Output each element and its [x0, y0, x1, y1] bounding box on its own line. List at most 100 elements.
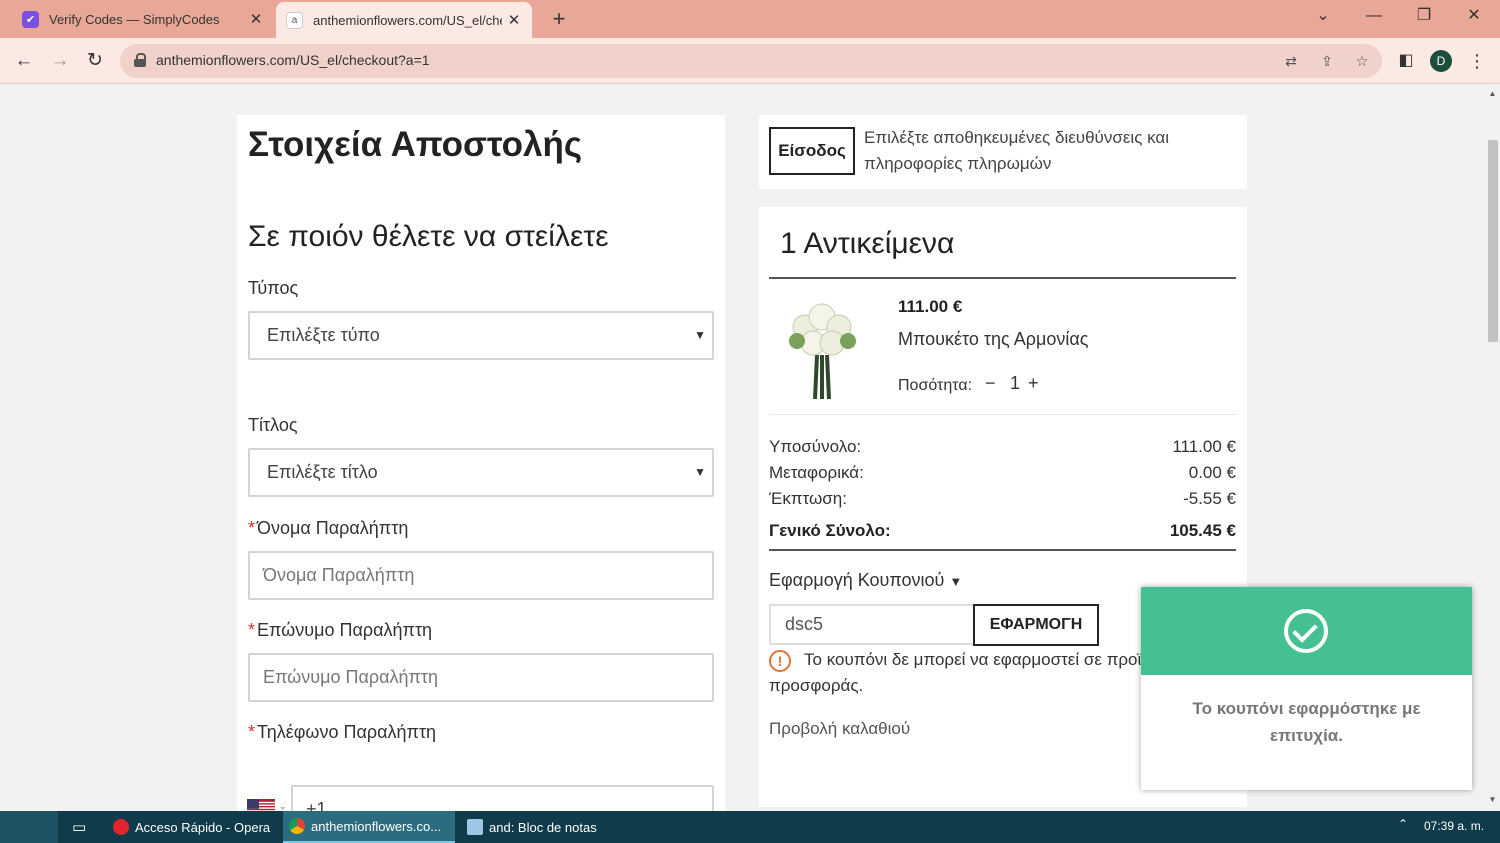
apply-coupon-button[interactable]: ΕΦΑΡΜΟΓΗ: [973, 604, 1099, 646]
tab-strip: ✔ Verify Codes — SimplyCodes ✕ a anthemi…: [0, 0, 1500, 38]
site-favicon: a: [286, 11, 303, 29]
tab-checkout[interactable]: a anthemionflowers.com/US_el/che ✕: [276, 2, 532, 38]
close-window-button[interactable]: ✕: [1451, 0, 1497, 34]
scroll-up-icon[interactable]: ▲: [1488, 89, 1497, 98]
required-asterisk: *: [248, 620, 256, 640]
phone-label-text: Τηλέφωνο Παραλήπτη: [257, 722, 437, 742]
phone-field[interactable]: +1: [291, 785, 714, 811]
success-toast[interactable]: Το κουπόνι εφαρμόστηκε με επιτυχία.: [1141, 587, 1472, 790]
menu-kebab-icon[interactable]: ⋮: [1464, 48, 1490, 74]
phone-label: * Τηλέφωνο Παραλήπτη: [248, 722, 436, 743]
section-title: Σε ποιόν θέλετε να στείλετε: [248, 220, 609, 253]
scrollbar-thumb[interactable]: [1488, 140, 1498, 342]
row-label: Έκπτωση:: [769, 489, 847, 508]
back-arrow-icon[interactable]: ←: [11, 48, 37, 74]
title-label: Τίτλος: [248, 415, 298, 435]
page-scrollbar[interactable]: ▲ ▼: [1485, 85, 1500, 811]
chevron-down-icon: ▼: [694, 328, 706, 342]
coupon-input[interactable]: dsc5: [769, 604, 975, 645]
row-label: Γενικό Σύνολο:: [769, 521, 891, 540]
last-name-label: * Επώνυμο Παραλήπτη: [248, 620, 432, 641]
toast-message: Το κουπόνι εφαρμόστηκε με επιτυχία.: [1192, 699, 1421, 745]
type-select[interactable]: Επιλέξτε τύπο ▼: [248, 311, 714, 360]
last-name-label-text: Επώνυμο Παραλήπτη: [257, 620, 433, 640]
url-text[interactable]: anthemionflowers.com/US_el/checkout?a=1: [156, 52, 430, 68]
taskbar-item-notepad[interactable]: and: Bloc de notas: [461, 811, 627, 843]
type-label: Τύπος: [248, 278, 299, 298]
quantity-increase-button[interactable]: +: [1028, 373, 1039, 394]
tab-search-chevron-icon[interactable]: ⌄: [1300, 0, 1346, 34]
scroll-down-icon[interactable]: ▼: [1488, 795, 1497, 804]
restore-button[interactable]: ❐: [1401, 0, 1447, 34]
coupon-toggle[interactable]: Εφαρμογή Κουπονιού ▼: [769, 570, 962, 591]
title-select[interactable]: Επιλέξτε τίτλο ▼: [248, 448, 714, 497]
address-bar[interactable]: anthemionflowers.com/US_el/checkout?a=1 …: [120, 44, 1382, 78]
row-value: 105.45 €: [1169, 521, 1236, 540]
discount-row: Έκπτωση: -5.55 €: [769, 489, 1236, 509]
profile-avatar[interactable]: D: [1430, 50, 1452, 72]
caret-down-icon: ▼: [949, 574, 963, 589]
chrome-icon: [289, 818, 305, 834]
item-price: 111.00 €: [898, 297, 963, 316]
quantity-value: 1: [1010, 373, 1021, 393]
login-button[interactable]: Είσοδος: [769, 127, 855, 175]
reload-icon[interactable]: ↻: [82, 48, 108, 74]
taskbar-clock[interactable]: 07:39 a. m.: [1424, 819, 1484, 833]
grand-total-row: Γενικό Σύνολο: 105.45 €: [769, 521, 1236, 541]
taskbar-item-label: Acceso Rápido - Opera: [135, 819, 271, 835]
product-bouquet-image[interactable]: [785, 297, 859, 401]
first-name-label: * Όνομα Παραλήπτη: [248, 518, 408, 539]
required-asterisk: *: [248, 518, 256, 538]
shipping-form: Στοιχεία Αποστολής Σε ποιόν θέλετε να στ…: [237, 115, 725, 811]
us-flag-icon[interactable]: [247, 799, 275, 811]
taskbar-item-label: and: Bloc de notas: [489, 819, 597, 835]
warning-icon: !: [769, 650, 791, 672]
check-circle-icon: [1284, 609, 1328, 653]
lock-icon[interactable]: [134, 53, 146, 67]
coupon-title-text: Εφαρμογή Κουπονιού: [769, 570, 945, 590]
start-button[interactable]: [0, 811, 58, 843]
tab-title: Verify Codes — SimplyCodes: [49, 11, 220, 27]
taskbar-item-label: anthemionflowers.co...: [311, 818, 442, 834]
close-icon[interactable]: ✕: [502, 11, 526, 29]
opera-icon: [113, 819, 129, 835]
item-name[interactable]: Μπουκέτο της Αρμονίας: [898, 329, 1088, 350]
browser-toolbar: ← → ↻ anthemionflowers.com/US_el/checkou…: [0, 38, 1500, 84]
notepad-icon: [467, 819, 483, 835]
taskbar-item-chrome[interactable]: anthemionflowers.co...: [283, 811, 455, 843]
divider: [769, 549, 1236, 551]
country-chevron-icon[interactable]: ⌄: [279, 801, 287, 811]
login-description: Επιλέξτε αποθηκευμένες διευθύνσεις και π…: [864, 128, 1170, 173]
new-tab-button[interactable]: +: [546, 6, 572, 32]
login-box: Είσοδος Επιλέξτε αποθηκευμένες διευθύνσε…: [759, 115, 1247, 189]
tab-simplycodes[interactable]: ✔ Verify Codes — SimplyCodes ✕: [12, 0, 274, 38]
side-panel-icon[interactable]: ◧: [1393, 48, 1419, 74]
close-icon[interactable]: ✕: [244, 10, 268, 28]
bookmark-star-icon[interactable]: ☆: [1351, 50, 1373, 72]
row-value: 0.00 €: [1188, 463, 1236, 482]
row-value: 111.00 €: [1172, 437, 1236, 456]
os-taskbar: ▭ Acceso Rápido - Opera anthemionflowers…: [0, 811, 1500, 843]
tray-chevron-up-icon[interactable]: ⌃: [1398, 817, 1408, 831]
divider: [769, 414, 1236, 415]
last-name-field[interactable]: Επώνυμο Παραλήπτη: [248, 653, 714, 702]
chevron-down-icon: ▼: [694, 465, 706, 479]
quantity-label: Ποσότητα:: [898, 377, 973, 394]
simplycodes-icon: ✔: [22, 10, 39, 28]
view-cart-link[interactable]: Προβολή καλαθιού: [769, 719, 910, 739]
first-name-field[interactable]: Όνομα Παραλήπτη: [248, 551, 714, 600]
forward-arrow-icon[interactable]: →: [47, 48, 73, 74]
subtotal-row: Υποσύνολο: 111.00 €: [769, 437, 1236, 457]
row-label: Υποσύνολο:: [769, 437, 862, 456]
title-select-value: Επιλέξτε τίτλο: [267, 462, 378, 482]
translate-icon[interactable]: ⇄: [1280, 50, 1302, 72]
tab-title: anthemionflowers.com/US_el/che: [313, 12, 502, 28]
task-view-icon[interactable]: ▭: [66, 811, 100, 843]
quantity-decrease-button[interactable]: −: [985, 373, 996, 394]
first-name-label-text: Όνομα Παραλήπτη: [257, 518, 409, 538]
minimize-button[interactable]: —: [1351, 0, 1397, 34]
taskbar-item-opera[interactable]: Acceso Rápido - Opera: [107, 811, 277, 843]
toast-header: [1141, 587, 1472, 675]
share-icon[interactable]: ⇪: [1316, 50, 1338, 72]
row-value: -5.55 €: [1183, 489, 1236, 508]
